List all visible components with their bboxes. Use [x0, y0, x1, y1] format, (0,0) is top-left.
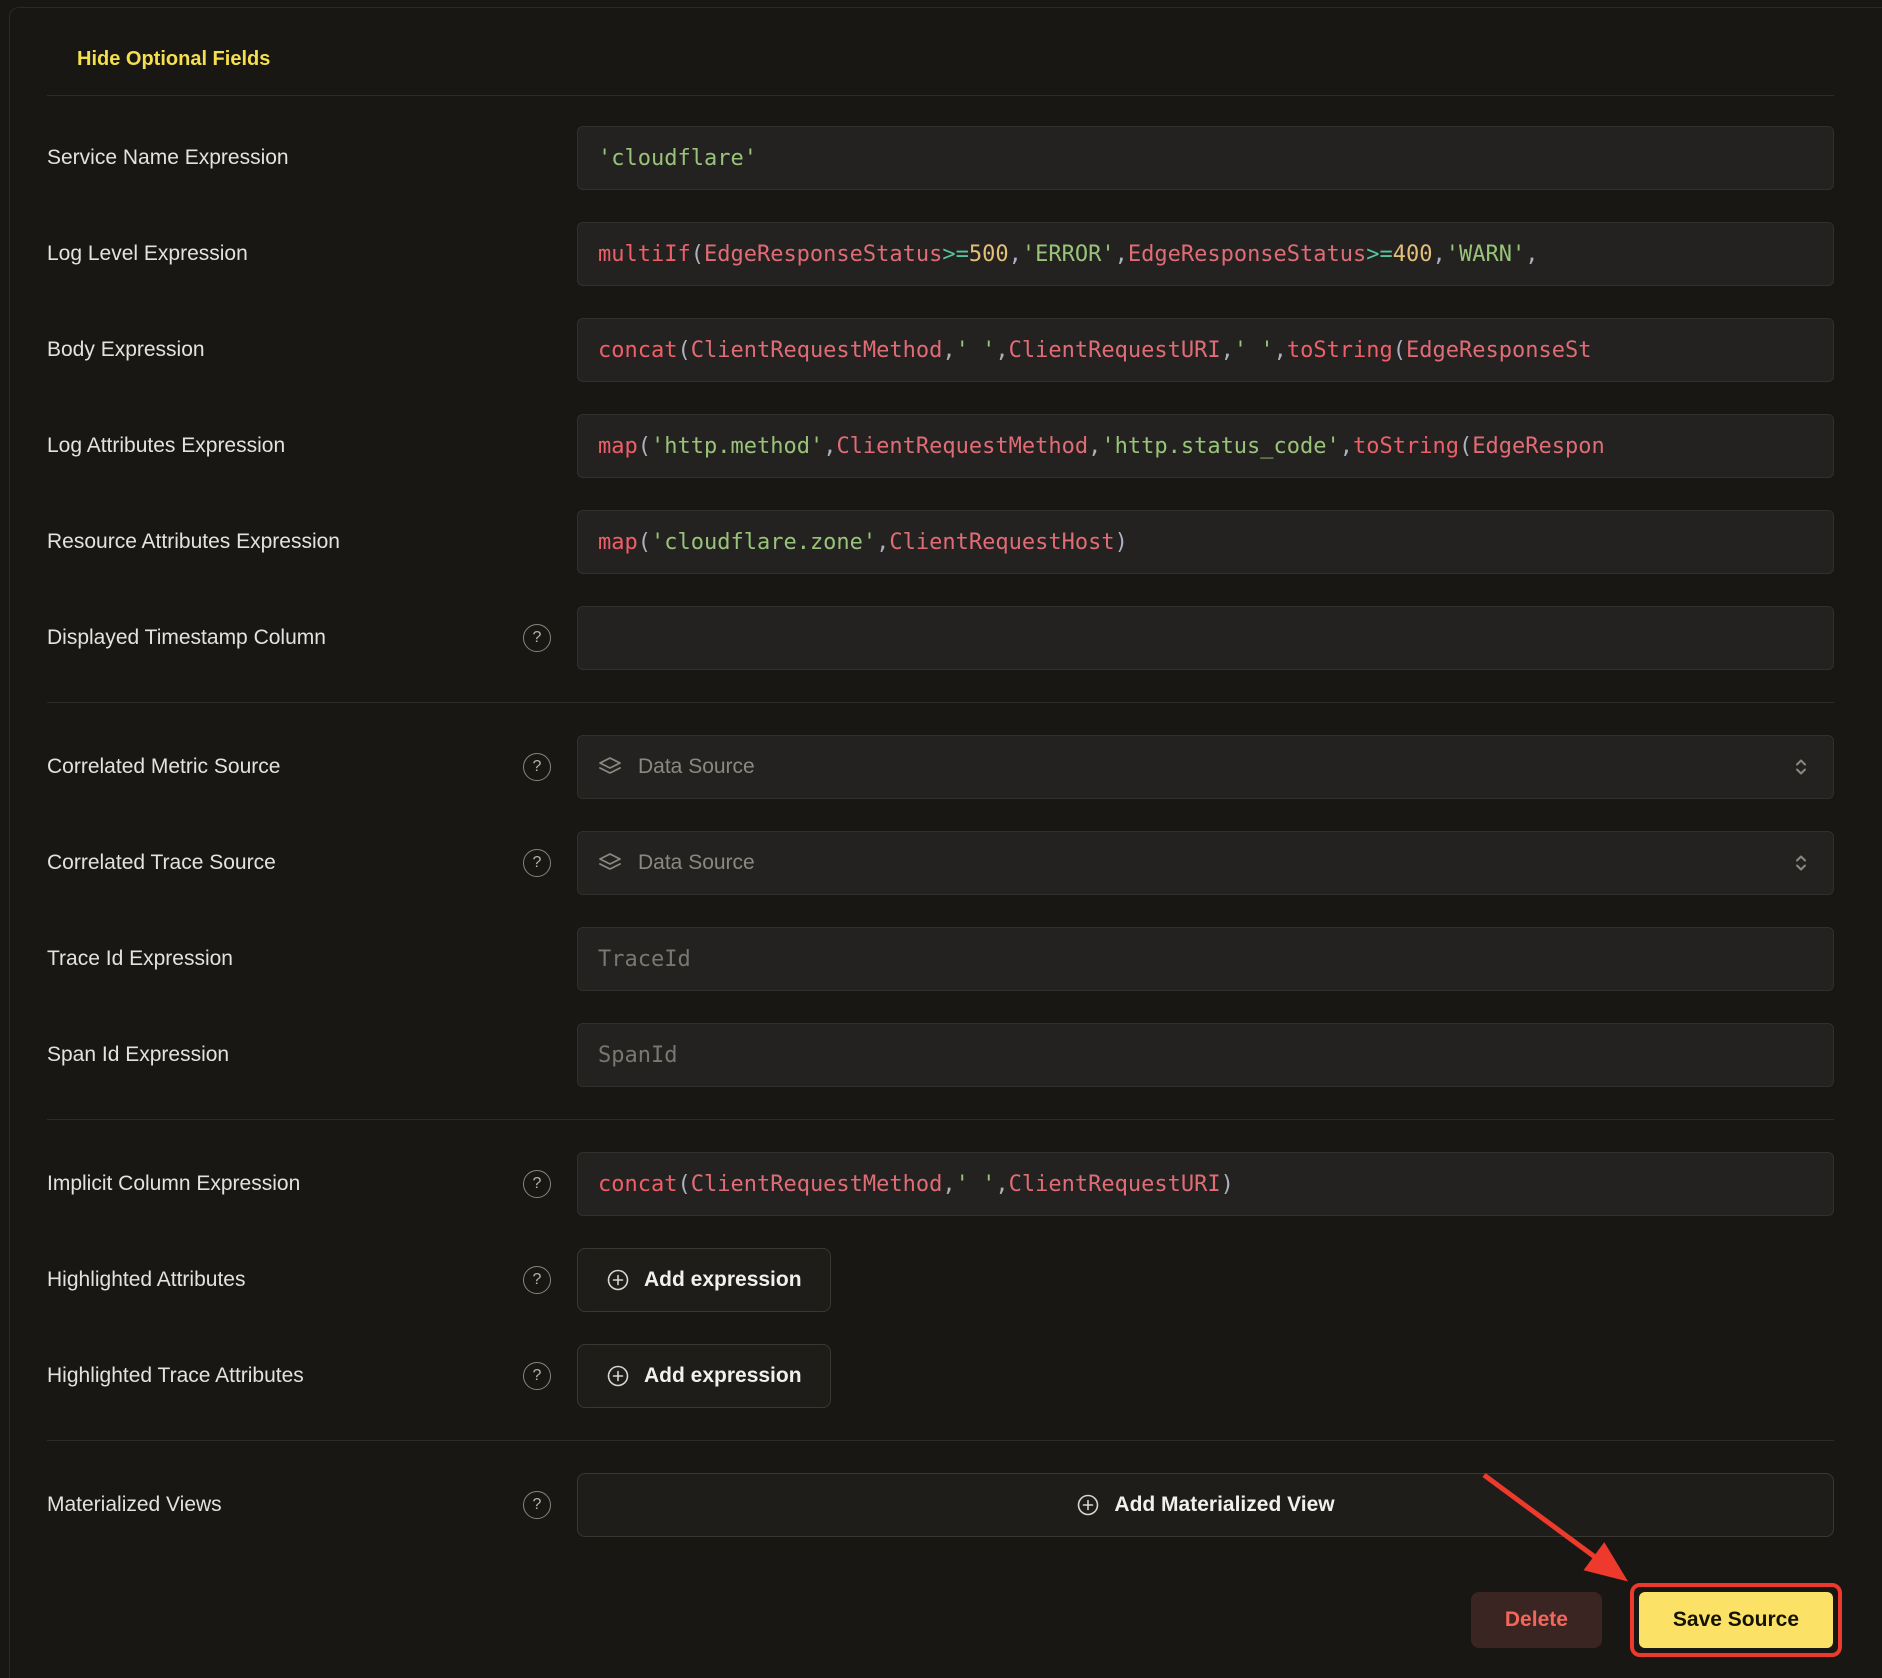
trace-id-label: Trace Id Expression	[47, 947, 233, 971]
optional-fields-form: Service Name Expression 'cloudflare' Log…	[47, 126, 1834, 1537]
log-level-expression-input[interactable]: multiIf(EdgeResponseStatus >= 500, 'ERRO…	[577, 222, 1834, 286]
add-materialized-view-label: Add Materialized View	[1114, 1493, 1334, 1517]
add-expression-label: Add expression	[644, 1364, 802, 1388]
plus-circle-icon	[1076, 1493, 1100, 1517]
add-expression-button[interactable]: Add expression	[577, 1344, 831, 1408]
add-expression-label: Add expression	[644, 1268, 802, 1292]
displayed-timestamp-input[interactable]	[577, 606, 1834, 670]
form-row-log-attributes: Log Attributes Expression map('http.meth…	[47, 414, 1834, 478]
displayed-timestamp-label: Displayed Timestamp Column	[47, 626, 326, 650]
correlated-metric-source-select[interactable]: Data Source	[577, 735, 1834, 799]
form-row-displayed-timestamp: Displayed Timestamp Column ?	[47, 606, 1834, 670]
form-row-service-name: Service Name Expression 'cloudflare'	[47, 126, 1834, 190]
highlighted-attributes-label: Highlighted Attributes	[47, 1268, 245, 1292]
service-name-expression-input[interactable]: 'cloudflare'	[577, 126, 1834, 190]
form-row-materialized-views: Materialized Views ? Add Materialized Vi…	[47, 1473, 1834, 1537]
form-row-trace-id: Trace Id Expression	[47, 927, 1834, 991]
save-source-button[interactable]: Save Source	[1639, 1592, 1833, 1648]
chevron-updown-icon	[1789, 851, 1813, 875]
correlated-trace-label: Correlated Trace Source	[47, 851, 276, 875]
layers-icon	[598, 851, 622, 875]
plus-circle-icon	[606, 1268, 630, 1292]
resource-attributes-expression-input[interactable]: map('cloudflare.zone', ClientRequestHost…	[577, 510, 1834, 574]
service-name-label: Service Name Expression	[47, 146, 289, 170]
divider	[47, 1440, 1834, 1441]
form-row-span-id: Span Id Expression	[47, 1023, 1834, 1087]
plus-circle-icon	[606, 1364, 630, 1388]
add-materialized-view-button[interactable]: Add Materialized View	[577, 1473, 1834, 1537]
hide-optional-fields-link[interactable]: Hide Optional Fields	[77, 48, 270, 71]
help-icon[interactable]: ?	[523, 624, 551, 652]
span-id-label: Span Id Expression	[47, 1043, 229, 1067]
log-attributes-expression-input[interactable]: map('http.method', ClientRequestMethod, …	[577, 414, 1834, 478]
materialized-views-label: Materialized Views	[47, 1493, 222, 1517]
delete-button[interactable]: Delete	[1471, 1592, 1602, 1648]
help-icon[interactable]: ?	[523, 1266, 551, 1294]
resource-attributes-label: Resource Attributes Expression	[47, 530, 340, 554]
correlated-trace-source-select[interactable]: Data Source	[577, 831, 1834, 895]
help-icon[interactable]: ?	[523, 753, 551, 781]
log-attributes-label: Log Attributes Expression	[47, 434, 285, 458]
form-row-highlighted-attributes: Highlighted Attributes ? Add expression	[47, 1248, 1834, 1312]
correlated-trace-placeholder: Data Source	[638, 851, 1773, 875]
help-icon[interactable]: ?	[523, 1170, 551, 1198]
chevron-updown-icon	[1789, 755, 1813, 779]
divider	[47, 702, 1834, 703]
layers-icon	[598, 755, 622, 779]
annotation-box: Save Source	[1630, 1583, 1842, 1657]
correlated-metric-label: Correlated Metric Source	[47, 755, 280, 779]
implicit-column-expression-input[interactable]: concat(ClientRequestMethod, ' ', ClientR…	[577, 1152, 1834, 1216]
form-row-correlated-trace: Correlated Trace Source ? Data Source	[47, 831, 1834, 895]
form-row-resource-attributes: Resource Attributes Expression map('clou…	[47, 510, 1834, 574]
form-row-highlighted-trace-attributes: Highlighted Trace Attributes ? Add expre…	[47, 1344, 1834, 1408]
log-level-label: Log Level Expression	[47, 242, 248, 266]
divider	[47, 95, 1834, 96]
help-icon[interactable]: ?	[523, 1491, 551, 1519]
form-row-body: Body Expression concat(ClientRequestMeth…	[47, 318, 1834, 382]
form-footer: Delete Save Source	[47, 1583, 1834, 1657]
body-expression-input[interactable]: concat(ClientRequestMethod, ' ', ClientR…	[577, 318, 1834, 382]
help-icon[interactable]: ?	[523, 1362, 551, 1390]
form-row-correlated-metric: Correlated Metric Source ? Data Source	[47, 735, 1834, 799]
form-row-log-level: Log Level Expression multiIf(EdgeRespons…	[47, 222, 1834, 286]
trace-id-expression-input[interactable]	[577, 927, 1834, 991]
highlighted-trace-attributes-label: Highlighted Trace Attributes	[47, 1364, 304, 1388]
divider	[47, 1119, 1834, 1120]
correlated-metric-placeholder: Data Source	[638, 755, 1773, 779]
span-id-expression-input[interactable]	[577, 1023, 1834, 1087]
form-row-implicit-column: Implicit Column Expression ? concat(Clie…	[47, 1152, 1834, 1216]
source-form-panel: Hide Optional Fields Service Name Expres…	[9, 7, 1882, 1678]
add-expression-button[interactable]: Add expression	[577, 1248, 831, 1312]
help-icon[interactable]: ?	[523, 849, 551, 877]
body-label: Body Expression	[47, 338, 205, 362]
implicit-column-label: Implicit Column Expression	[47, 1172, 300, 1196]
